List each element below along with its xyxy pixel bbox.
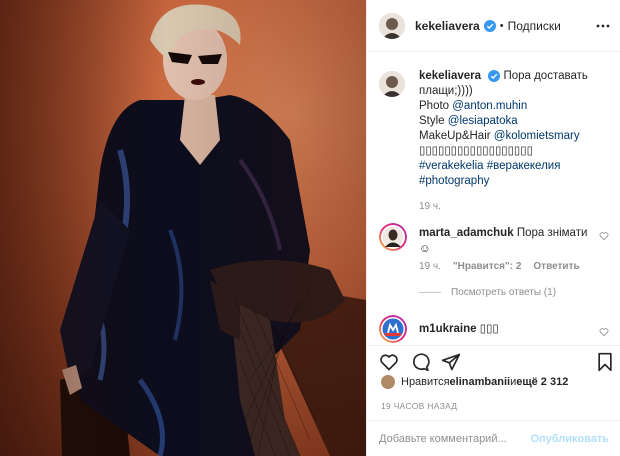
hashtag-link[interactable]: #verakekelia <box>419 160 484 172</box>
comment-body: ▯▯▯ <box>479 323 499 335</box>
comment-meta: 19 ч. "Нравится": 2 Ответить <box>419 261 580 272</box>
makeup-credit-link[interactable]: @kolomietsmary <box>494 130 580 142</box>
header-separator: • <box>499 19 504 32</box>
action-bar <box>367 345 620 372</box>
reply-button[interactable]: Ответить <box>533 261 579 272</box>
replies-divider <box>419 292 441 293</box>
commenter-username[interactable]: marta_adamchuk <box>419 227 514 239</box>
caption-username[interactable]: kekeliavera <box>419 70 481 82</box>
post-photo[interactable] <box>0 0 366 456</box>
hashtag-link[interactable]: #веракекелия <box>487 160 561 172</box>
comment-time: 19 ч. <box>419 261 441 272</box>
photo-credit-link[interactable]: @anton.muhin <box>452 100 527 112</box>
comment-heart-icon[interactable] <box>599 231 609 241</box>
post-timestamp: 19 ЧАСОВ НАЗАД <box>381 401 458 411</box>
view-replies-label: Посмотреть ответы (1) <box>451 287 557 298</box>
liker-username[interactable]: elinambanii <box>450 376 511 388</box>
comment-icon[interactable] <box>410 352 430 372</box>
publish-button[interactable]: Опубликовать <box>530 433 609 445</box>
view-replies-button[interactable]: Посмотреть ответы (1) <box>419 287 556 298</box>
more-options-icon[interactable] <box>595 18 611 34</box>
comments-list[interactable]: kekeliavera Пора доставать плащи;)))) Ph… <box>367 53 620 345</box>
author-username[interactable]: kekeliavera <box>415 19 480 33</box>
verified-icon <box>488 69 501 82</box>
comment-input[interactable] <box>379 432 531 445</box>
caption-makeup-prefix: MakeUp&Hair <box>419 130 494 142</box>
commenter-avatar[interactable] <box>379 223 407 251</box>
following-button[interactable]: Подписки <box>508 19 561 33</box>
author-avatar[interactable] <box>379 12 405 39</box>
comment-body: Пора знімати <box>516 227 588 239</box>
bookmark-icon[interactable] <box>595 352 615 372</box>
comment-text: m1ukraine ▯▯▯ <box>419 321 499 335</box>
comment-likes[interactable]: "Нравится": 2 <box>453 261 522 272</box>
heart-icon[interactable] <box>379 352 399 372</box>
style-credit-link[interactable]: @lesiapatoka <box>448 115 518 127</box>
add-comment-bar: Опубликовать <box>367 420 620 456</box>
share-icon[interactable] <box>441 352 461 372</box>
verified-icon <box>483 19 496 32</box>
caption-avatar[interactable] <box>379 71 405 97</box>
likes-prefix: Нравится <box>401 376 450 388</box>
comment-emoji: ☺ <box>419 243 431 255</box>
likes-count[interactable]: ещё 2 312 <box>516 376 568 388</box>
caption-symbols: ▯▯▯▯▯▯▯▯▯▯▯▯▯▯▯▯▯▯ <box>419 145 533 157</box>
likes-summary: Нравится elinambanii и ещё 2 312 <box>381 375 568 389</box>
caption-time: 19 ч. <box>419 201 441 212</box>
post-side-panel: kekeliavera • Подписки kekeliavera Пора … <box>366 0 620 456</box>
comment-heart-icon[interactable] <box>599 327 609 337</box>
commenter-avatar[interactable] <box>379 315 407 343</box>
liker-avatar[interactable] <box>381 375 395 389</box>
caption-photo-prefix: Photo <box>419 100 453 112</box>
hashtag-link[interactable]: #photography <box>419 175 489 187</box>
commenter-username[interactable]: m1ukraine <box>419 323 477 335</box>
comment-text: marta_adamchuk Пора знімати ☺ <box>419 225 589 257</box>
post-header: kekeliavera • Подписки <box>367 0 620 52</box>
caption-text: kekeliavera Пора доставать плащи;)))) Ph… <box>419 69 609 214</box>
caption-style-prefix: Style <box>419 115 448 127</box>
